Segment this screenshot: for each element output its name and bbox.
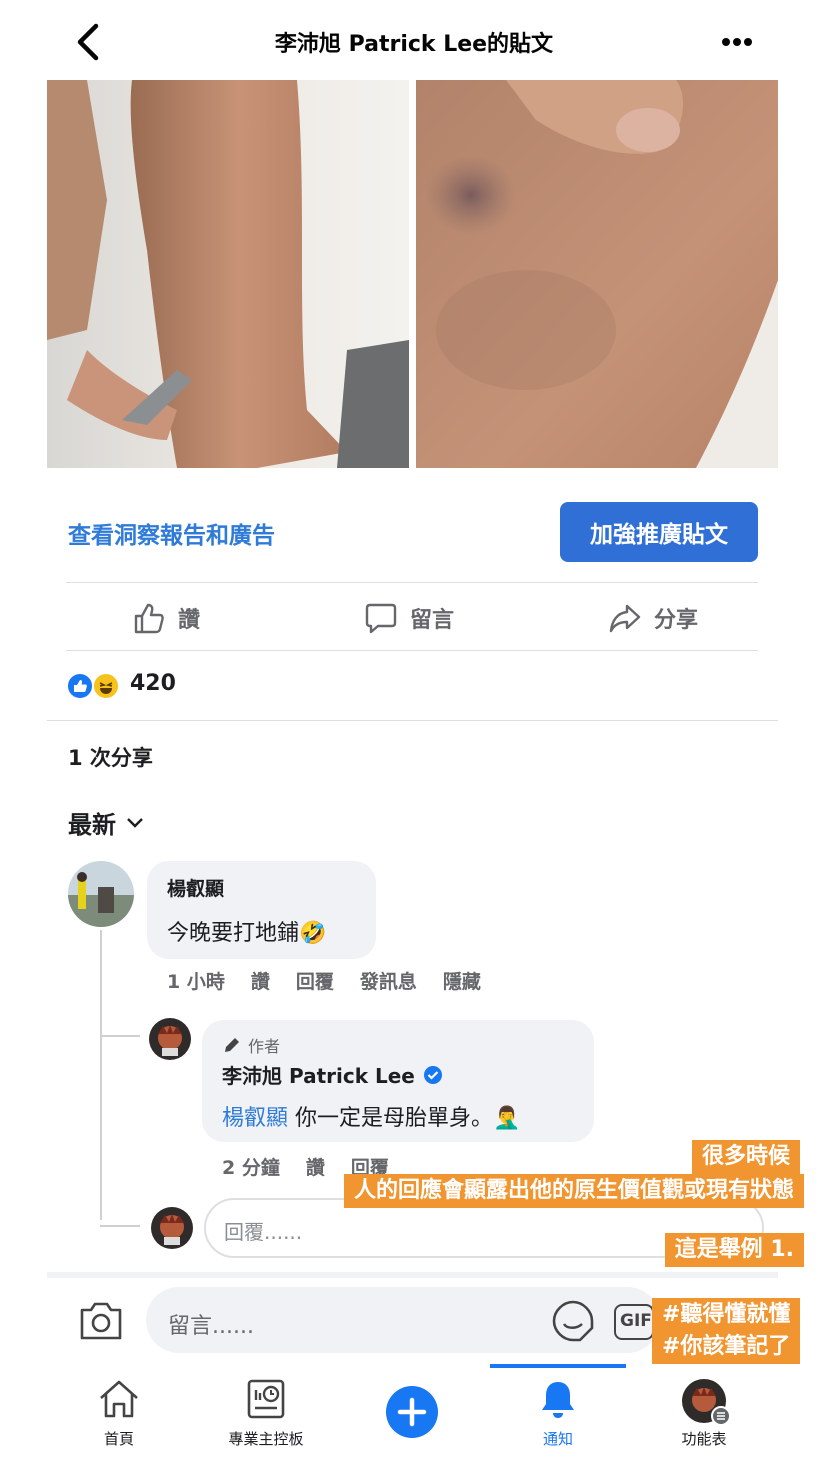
pencil-icon [225, 1038, 239, 1052]
tab-create[interactable] [352, 1384, 472, 1440]
insights-link[interactable]: 查看洞察報告和廣告 [68, 516, 275, 550]
tab-label: 首頁 [103, 1430, 134, 1448]
thread-line [100, 1035, 140, 1037]
thumbs-up-icon [134, 603, 164, 634]
comment-time: 1 小時 [167, 971, 225, 993]
comment-icon [365, 603, 397, 634]
thread-line [100, 930, 102, 1220]
divider [47, 720, 778, 721]
haha-reaction-icon[interactable] [92, 672, 120, 700]
sort-label: 最新 [68, 811, 116, 839]
comment-meta: 1 小時 讚 回覆 發訊息 隱藏 [167, 967, 507, 994]
boost-post-button[interactable]: 加強推廣貼文 [560, 502, 758, 562]
comment-hide-button[interactable]: 隱藏 [443, 971, 481, 993]
tab-notifications[interactable]: 通知 [498, 1378, 618, 1449]
overlay-label: 人的回應會顯露出他的原生價值觀或現有狀態 [343, 1174, 804, 1208]
sticker-icon[interactable] [550, 1298, 596, 1344]
comment-button[interactable]: 留言 [364, 596, 454, 640]
post-photo-leg-left[interactable] [47, 80, 409, 468]
like-label: 讚 [178, 608, 201, 633]
post-photo-leg-right[interactable] [416, 80, 778, 468]
page-title: 李沛旭 Patrick Lee的貼文 [274, 32, 554, 57]
share-button[interactable]: 分享 [608, 596, 698, 640]
tab-home[interactable]: 首頁 [59, 1378, 179, 1449]
tab-menu[interactable]: 功能表 [644, 1378, 764, 1449]
comment-text: 今晚要打地鋪🤣 [167, 921, 327, 946]
reply-text: 你一定是母胎單身。🤦‍♂️ [295, 1106, 521, 1131]
comment-label: 留言 [410, 608, 455, 633]
comment-reply-button[interactable]: 回覆 [296, 971, 334, 993]
gif-button[interactable]: GIF [614, 1304, 654, 1340]
tab-label: 專業主控板 [228, 1430, 304, 1448]
like-reaction-icon[interactable] [66, 672, 94, 700]
chevron-down-icon [127, 817, 143, 828]
chevron-left-icon[interactable] [70, 22, 106, 62]
overlay-label: #你該筆記了 [652, 1330, 801, 1364]
thread-line [100, 1225, 140, 1227]
comment-author[interactable]: 楊叡顯 [167, 874, 224, 901]
reply-input-placeholder: 回覆...... [224, 1220, 303, 1244]
mention-link[interactable]: 楊叡顯 [222, 1106, 288, 1131]
share-icon [609, 604, 641, 633]
tab-active-indicator [490, 1364, 626, 1368]
verified-badge-icon [423, 1065, 442, 1084]
avatar [151, 1207, 193, 1249]
author-badge: 作者 [222, 1033, 280, 1057]
camera-icon[interactable] [78, 1300, 124, 1342]
comment-like-button[interactable]: 讚 [251, 971, 270, 993]
comment-input-placeholder: 留言...... [168, 1314, 254, 1339]
like-button[interactable]: 讚 [132, 596, 200, 640]
reply-author[interactable]: 李沛旭 Patrick Lee [222, 1060, 415, 1089]
gif-label: GIF [620, 1311, 652, 1331]
divider [66, 582, 758, 583]
overlay-label: #聽得懂就懂 [652, 1298, 801, 1332]
comment-message-button[interactable]: 發訊息 [360, 971, 417, 993]
home-icon [100, 1380, 138, 1418]
avatar[interactable] [149, 1018, 191, 1060]
divider [47, 1272, 778, 1278]
more-horizontal-icon[interactable] [716, 30, 758, 54]
reply-time: 2 分鐘 [222, 1157, 280, 1179]
tab-label: 通知 [542, 1430, 573, 1448]
dashboard-icon [247, 1379, 285, 1419]
share-label: 分享 [654, 608, 699, 633]
tab-label: 功能表 [681, 1430, 727, 1448]
reply-author-row: 李沛旭 Patrick Lee [222, 1060, 443, 1089]
profile-menu-icon [681, 1378, 731, 1426]
bell-icon [542, 1382, 574, 1418]
overlay-label: 這是舉例 1. [664, 1233, 804, 1267]
avatar[interactable] [68, 861, 134, 927]
divider [66, 650, 758, 651]
comment-sort-dropdown[interactable]: 最新 [68, 805, 144, 840]
author-badge-label: 作者 [248, 1037, 281, 1056]
reply-text-row: 楊叡顯 你一定是母胎單身。🤦‍♂️ [222, 1100, 520, 1132]
overlay-label: 很多時候 [691, 1140, 800, 1174]
tab-dashboard[interactable]: 專業主控板 [206, 1378, 326, 1449]
reply-like-button[interactable]: 讚 [306, 1157, 325, 1179]
share-count[interactable]: 1 次分享 [68, 742, 153, 772]
plus-circle-icon [386, 1386, 438, 1438]
reaction-count[interactable]: 420 [130, 671, 176, 696]
